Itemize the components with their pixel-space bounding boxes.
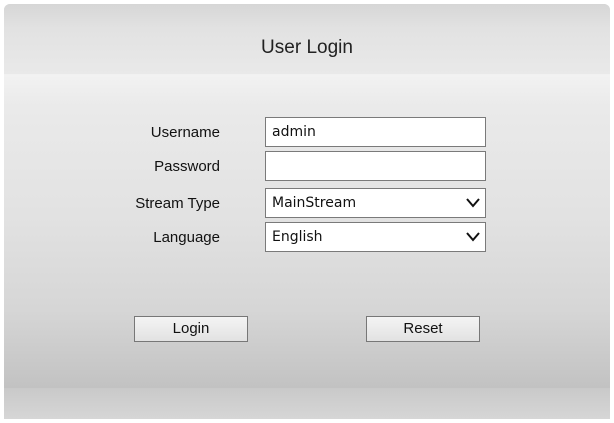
language-row: Language English <box>4 222 610 252</box>
reset-button[interactable]: Reset <box>366 316 480 342</box>
password-row: Password <box>4 151 610 181</box>
login-panel: User Login Username admin Password Strea… <box>4 4 610 419</box>
footer-band <box>4 388 610 419</box>
login-button[interactable]: Login <box>134 316 248 342</box>
stream-type-select[interactable]: MainStream <box>265 188 486 218</box>
language-label: Language <box>153 229 220 246</box>
username-input[interactable]: admin <box>265 117 486 147</box>
language-value: English <box>272 229 323 245</box>
language-select[interactable]: English <box>265 222 486 252</box>
page-title: User Login <box>261 37 353 58</box>
chevron-down-icon <box>466 198 480 208</box>
title-bar: User Login <box>4 4 610 75</box>
stream-type-value: MainStream <box>272 195 357 211</box>
password-input[interactable] <box>265 151 486 181</box>
password-label: Password <box>154 158 220 175</box>
username-label: Username <box>150 124 220 141</box>
chevron-down-icon <box>466 232 480 242</box>
stream-type-label: Stream Type <box>135 195 220 212</box>
stream-type-row: Stream Type MainStream <box>4 188 610 218</box>
username-row: Username admin <box>4 117 610 147</box>
